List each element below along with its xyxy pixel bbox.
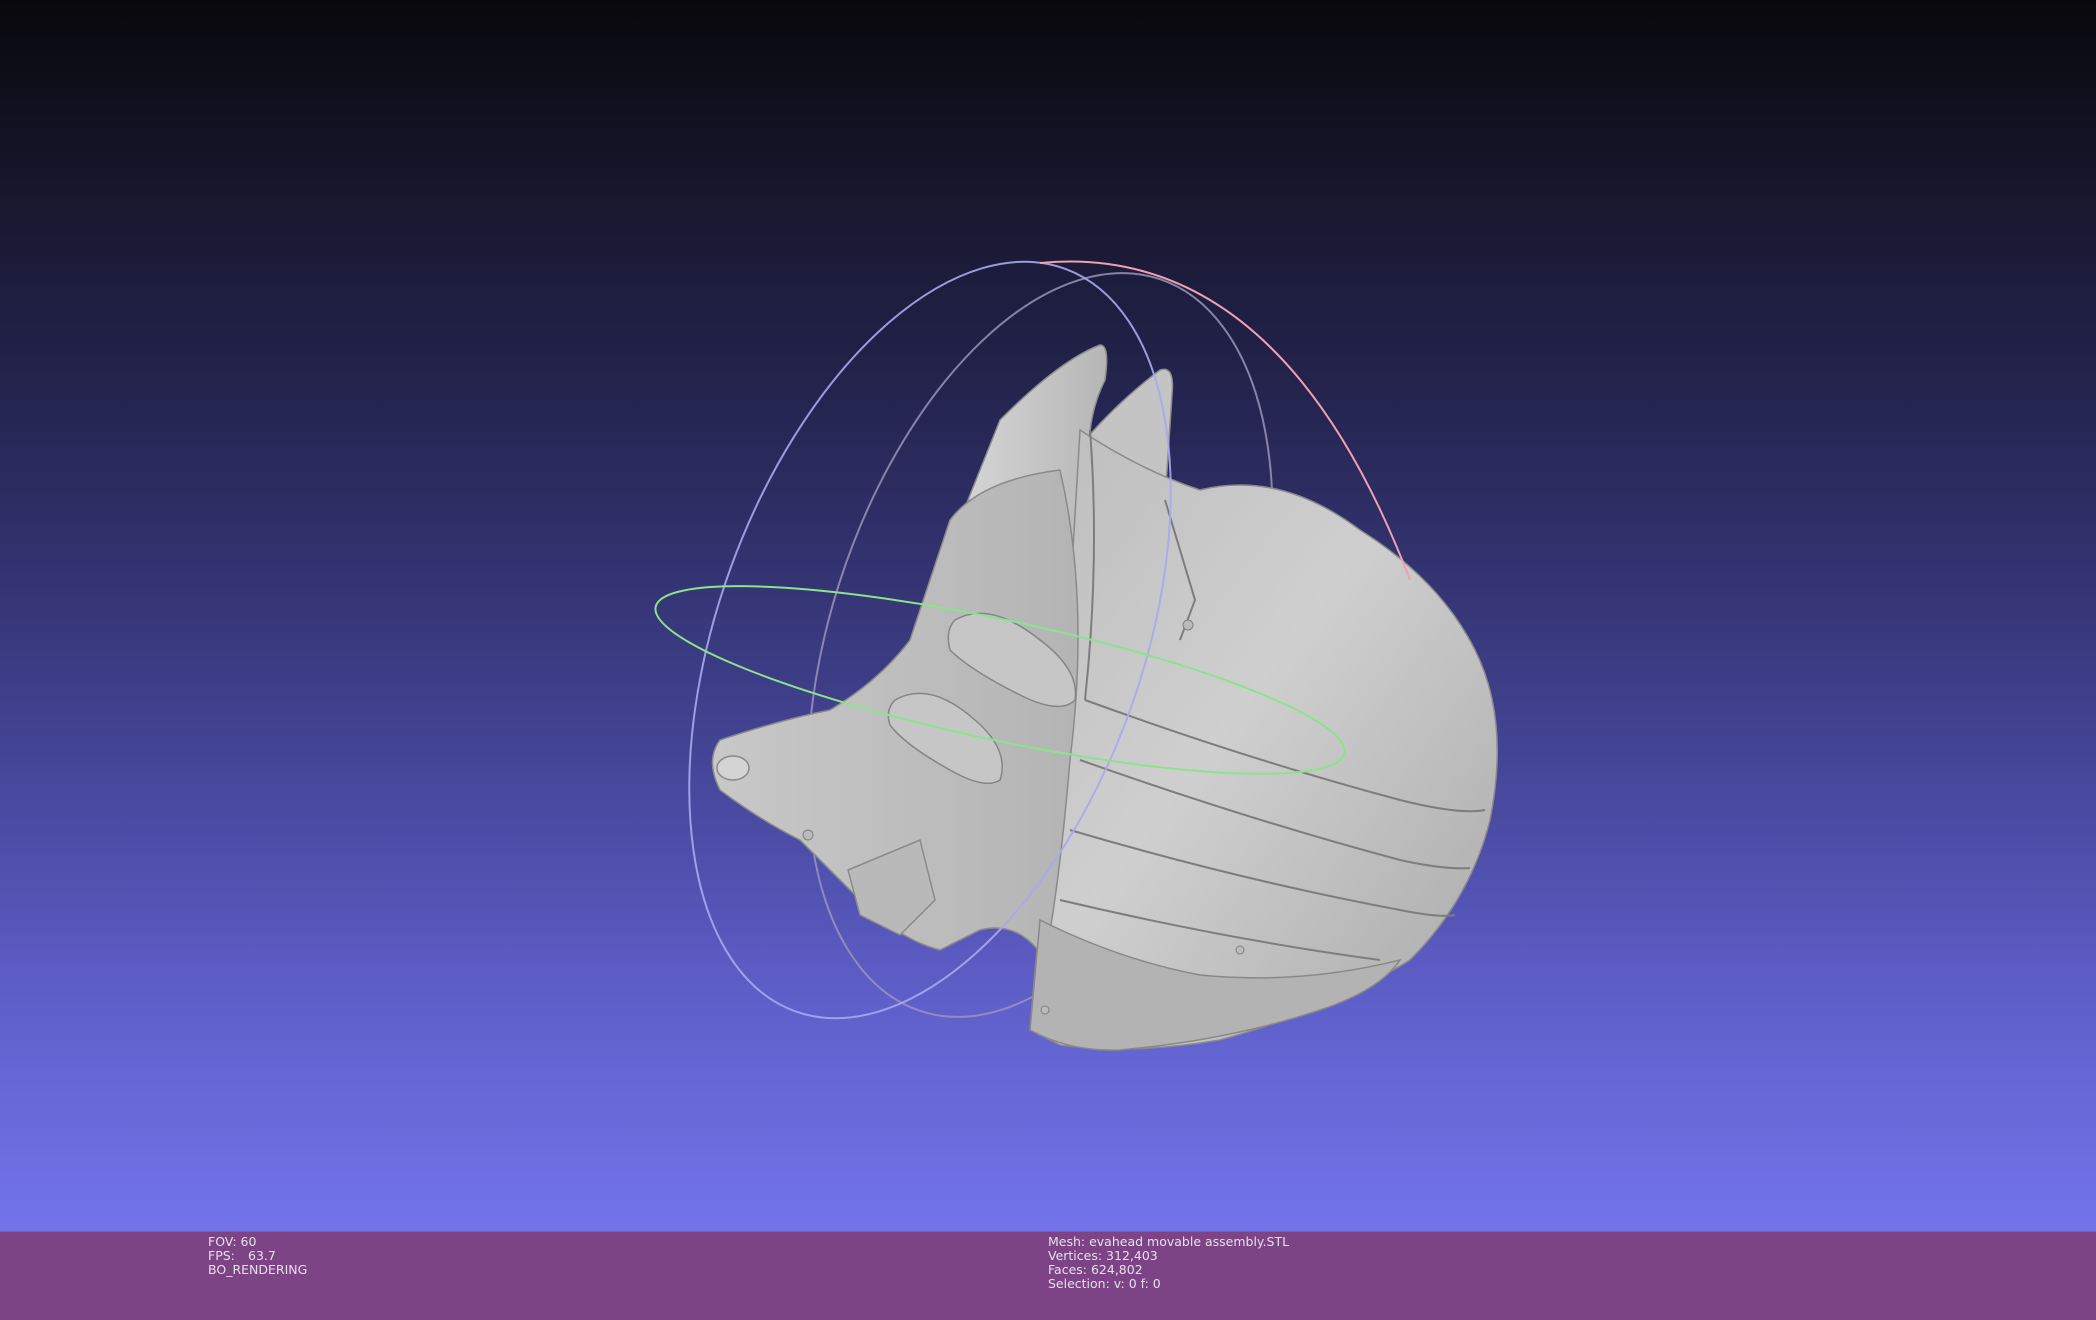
faces-readout: Faces: 624,802	[1048, 1262, 1143, 1277]
selection-readout: Selection: v: 0 f: 0	[1048, 1276, 1161, 1291]
mesh-snout-tip	[716, 755, 750, 781]
3d-viewport[interactable]	[0, 0, 2096, 1231]
fps-readout: FPS: 63.7	[208, 1249, 307, 1263]
fps-value: 63.7	[248, 1248, 276, 1263]
fps-label: FPS:	[208, 1248, 235, 1263]
render-mode-readout: BO_RENDERING	[208, 1262, 308, 1277]
scene-canvas[interactable]	[0, 0, 2096, 1231]
mesh-info: Mesh: evahead movable assembly.STL Verti…	[1048, 1235, 1289, 1291]
mesh-name-readout: Mesh: evahead movable assembly.STL	[1048, 1234, 1290, 1249]
render-info: FOV: 60 FPS: 63.7 BO_RENDERING	[208, 1235, 307, 1277]
vertices-readout: Vertices: 312,403	[1048, 1248, 1158, 1263]
status-info-bar: FOV: 60 FPS: 63.7 BO_RENDERING Mesh: evah…	[0, 1231, 2096, 1320]
fov-readout: FOV: 60	[208, 1234, 257, 1249]
